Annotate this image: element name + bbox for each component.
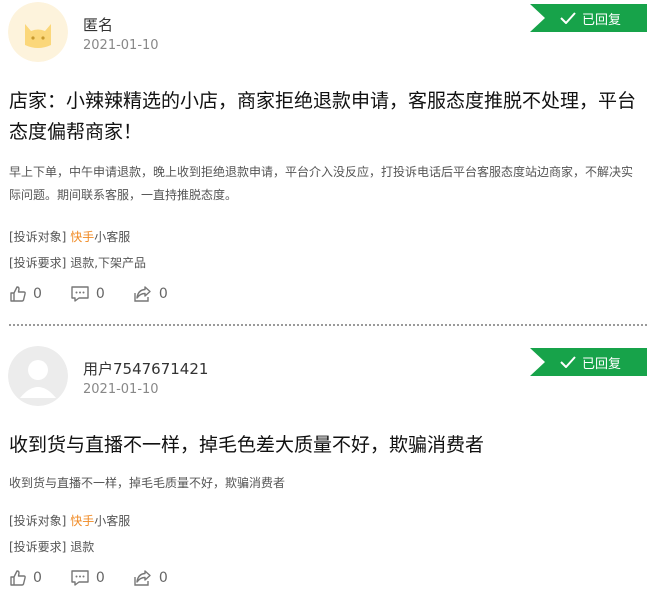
thumbs-up-icon (10, 570, 26, 586)
action-bar: 0 0 0 (9, 285, 196, 303)
status-badge: 已回复 (530, 348, 647, 376)
target-rest: 小客服 (94, 230, 131, 244)
comment-icon (71, 570, 89, 586)
thumbs-up-icon (10, 286, 26, 302)
comment-button[interactable]: 0 (70, 569, 105, 587)
like-count: 0 (33, 570, 42, 586)
share-count: 0 (158, 570, 168, 586)
status-label: 已回复 (582, 356, 622, 372)
like-button[interactable]: 0 (9, 285, 42, 303)
complaint-target: [投诉对象] 快手小客服 (9, 229, 130, 245)
default-avatar[interactable] (8, 346, 68, 406)
like-count: 0 (33, 286, 42, 302)
complaint-card[interactable]: 匿名 2021-01-10 已回复 店家：小辣辣精选的小店，商家拒绝退款申请，客… (0, 0, 651, 324)
complaint-content: 收到货与直播不一样，掉毛毛质量不好，欺骗消费者 (9, 476, 286, 490)
complaint-request: [投诉要求] 退款,下架产品 (9, 255, 146, 271)
target-link[interactable]: 快手 (70, 230, 94, 244)
card-divider (9, 324, 647, 326)
cat-avatar[interactable] (8, 2, 68, 62)
post-date: 2021-01-10 (83, 38, 159, 53)
target-rest: 小客服 (94, 514, 131, 528)
post-date: 2021-01-10 (83, 382, 159, 397)
comment-button[interactable]: 0 (70, 285, 105, 303)
share-count: 0 (158, 286, 168, 302)
request-label: [投诉要求] (9, 540, 67, 554)
complaint-request: [投诉要求] 退款 (9, 539, 94, 555)
status-badge: 已回复 (530, 4, 647, 32)
complaint-content: 早上下单，中午申请退款，晚上收到拒绝退款申请，平台介入没反应，打投诉电话后平台客… (9, 165, 634, 202)
share-icon (134, 286, 151, 302)
request-value: 退款 (70, 540, 95, 554)
user-name[interactable]: 匿名 (83, 16, 113, 34)
action-bar: 0 0 0 (9, 569, 196, 587)
target-label: [投诉对象] (9, 230, 67, 244)
target-label: [投诉对象] (9, 514, 67, 528)
user-name[interactable]: 用户7547671421 (83, 360, 208, 378)
share-button[interactable]: 0 (133, 285, 168, 303)
comment-count: 0 (95, 570, 105, 586)
complaint-title[interactable]: 店家：小辣辣精选的小店，商家拒绝退款申请，客服态度推脱不处理，平台态度偏帮商家！ (9, 86, 642, 148)
status-label: 已回复 (582, 12, 622, 28)
check-icon (560, 356, 576, 368)
share-button[interactable]: 0 (133, 569, 168, 587)
target-link[interactable]: 快手 (70, 514, 94, 528)
complaint-target: [投诉对象] 快手小客服 (9, 513, 130, 529)
complaint-title[interactable]: 收到货与直播不一样，掉毛色差大质量不好，欺骗消费者 (9, 430, 642, 461)
share-icon (134, 570, 151, 586)
request-value: 退款,下架产品 (70, 256, 147, 270)
like-button[interactable]: 0 (9, 569, 42, 587)
check-icon (560, 12, 576, 24)
request-label: [投诉要求] (9, 256, 67, 270)
comment-count: 0 (95, 286, 105, 302)
comment-icon (71, 286, 89, 302)
